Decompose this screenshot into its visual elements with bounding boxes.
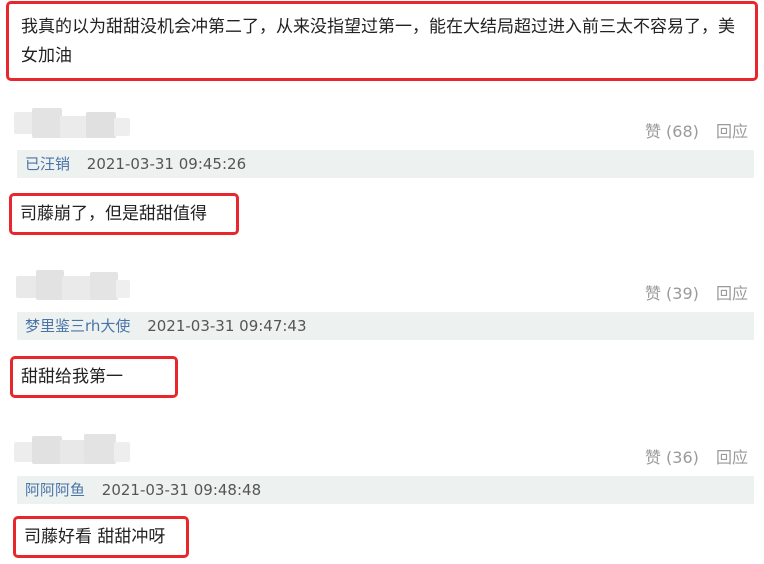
comment-header: 赞 (68) 回应 [0,104,764,150]
comment-thread: 我真的以为甜甜没机会冲第二了，从来没指望过第一，能在大结局超过进入前三太不容易了… [0,0,764,564]
comment-actions: 赞 (36) 回应 [645,444,748,468]
highlighted-comment-text: 我真的以为甜甜没机会冲第二了，从来没指望过第一，能在大结局超过进入前三太不容易了… [21,17,735,66]
blurred-avatar [14,434,130,468]
author-link[interactable]: 阿阿阿鱼 [25,481,85,499]
blurred-avatar [14,108,130,142]
comment-info-bar: 梦里鉴三rh大使 2021-03-31 09:47:43 [17,312,754,340]
highlighted-reply-text: 司藤好看 甜甜冲呀 [13,516,189,558]
highlighted-reply-text: 甜甜给我第一 [10,356,178,398]
comment-item: 赞 (68) 回应 已汪销 2021-03-31 09:45:26 司藤崩了，但… [0,104,764,235]
like-button[interactable]: 赞 (36) [645,444,699,468]
comment-item: 赞 (39) 回应 梦里鉴三rh大使 2021-03-31 09:47:43 甜… [0,266,764,398]
reply-button[interactable]: 回应 [716,280,748,304]
reply-button[interactable]: 回应 [716,118,748,142]
reply-button[interactable]: 回应 [716,444,748,468]
highlighted-reply-text: 司藤崩了，但是甜甜值得 [9,193,239,235]
author-link[interactable]: 已汪销 [25,155,70,173]
comment-timestamp: 2021-03-31 09:48:48 [101,481,262,499]
comment-actions: 赞 (39) 回应 [645,280,748,304]
comment-actions: 赞 (68) 回应 [645,118,748,142]
comment-info-bar: 阿阿阿鱼 2021-03-31 09:48:48 [17,476,754,504]
comment-item: 赞 (36) 回应 阿阿阿鱼 2021-03-31 09:48:48 司藤好看 … [0,430,764,558]
author-link[interactable]: 梦里鉴三rh大使 [25,317,130,335]
like-button[interactable]: 赞 (39) [645,280,699,304]
comment-header: 赞 (39) 回应 [0,266,764,312]
highlighted-comment-box: 我真的以为甜甜没机会冲第二了，从来没指望过第一，能在大结局超过进入前三太不容易了… [6,1,758,81]
comment-timestamp: 2021-03-31 09:47:43 [147,317,307,335]
comment-info-bar: 已汪销 2021-03-31 09:45:26 [17,150,754,178]
comment-header: 赞 (36) 回应 [0,430,764,476]
comment-timestamp: 2021-03-31 09:45:26 [86,155,247,173]
like-button[interactable]: 赞 (68) [645,118,699,142]
blurred-avatar [14,270,130,304]
